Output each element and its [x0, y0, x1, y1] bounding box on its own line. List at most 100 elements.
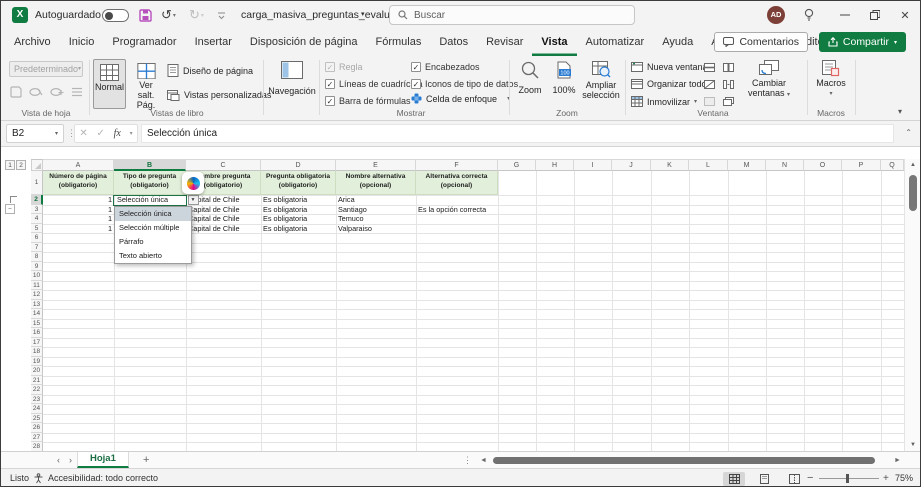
- macros-button[interactable]: Macros ▾: [813, 60, 849, 97]
- zoom-to-selection-button[interactable]: Ampliar selección: [581, 61, 621, 101]
- formula-bar-checkbox[interactable]: ✓Barra de fórmulas: [325, 96, 411, 106]
- dropdown-option-2[interactable]: Selección múltiple: [115, 221, 191, 235]
- switch-windows-button[interactable]: Cambiar ventanas ▾: [743, 60, 795, 99]
- row-header-12[interactable]: 12: [31, 290, 43, 300]
- column-header-L[interactable]: L: [689, 159, 728, 171]
- row-header-14[interactable]: 14: [31, 309, 43, 319]
- cell-dropdown-arrow-button[interactable]: ▼: [188, 195, 199, 205]
- comments-button[interactable]: Comentarios: [714, 32, 808, 52]
- new-sheet-button[interactable]: +: [143, 452, 149, 468]
- row-header-13[interactable]: 13: [31, 300, 43, 310]
- row-header-1[interactable]: 1: [31, 171, 43, 195]
- scroll-up-icon[interactable]: ▲: [905, 162, 921, 168]
- cell-A1[interactable]: Número de página(obligatorio): [43, 171, 114, 195]
- row-header-8[interactable]: 8: [31, 252, 43, 262]
- customize-quick-access-icon[interactable]: [217, 1, 226, 29]
- ribbon-tab-archivo[interactable]: Archivo: [5, 30, 60, 56]
- cell-D1[interactable]: Pregunta obligatoria(obligatorio): [261, 171, 336, 195]
- cell-D5[interactable]: Es obligatoria: [261, 224, 336, 234]
- column-header-P[interactable]: P: [842, 159, 881, 171]
- zoom-button[interactable]: Zoom: [515, 61, 545, 96]
- row-header-7[interactable]: 7: [31, 243, 43, 253]
- cell-E1[interactable]: Nombre alternativa(opcional): [336, 171, 416, 195]
- synchronous-scrolling-icon[interactable]: [723, 80, 734, 89]
- title-chevron-icon[interactable]: ▾: [361, 1, 365, 29]
- row-header-21[interactable]: 21: [31, 376, 43, 386]
- ribbon-tab-vista[interactable]: Vista: [532, 30, 576, 56]
- headings-checkbox[interactable]: ✓Encabezados: [411, 62, 480, 72]
- ribbon-tab-datos[interactable]: Datos: [430, 30, 477, 56]
- normal-view-button[interactable]: Normal: [93, 59, 126, 109]
- undo-button[interactable]: ↺▾: [161, 1, 176, 29]
- cell-C4[interactable]: Capital de Chile: [186, 214, 261, 224]
- minimize-button[interactable]: [830, 1, 860, 29]
- collapse-row-group-button[interactable]: −: [5, 204, 15, 214]
- row-header-24[interactable]: 24: [31, 404, 43, 414]
- zoom-100-button[interactable]: 100 100%: [549, 61, 579, 96]
- cell-B1[interactable]: Tipo de pregunta(obligatorio): [114, 171, 186, 195]
- ribbon-tab-f-rmulas[interactable]: Fórmulas: [367, 30, 431, 56]
- row-header-17[interactable]: 17: [31, 338, 43, 348]
- split-icon[interactable]: [704, 63, 715, 72]
- share-button[interactable]: Compartir ▾: [819, 32, 906, 52]
- cell-E4[interactable]: Temuco: [336, 214, 416, 224]
- name-box[interactable]: B2 ▾: [6, 124, 64, 143]
- ribbon-tab-ayuda[interactable]: Ayuda: [653, 30, 702, 56]
- column-header-M[interactable]: M: [728, 159, 766, 171]
- fx-chevron-icon[interactable]: ▾: [130, 130, 133, 137]
- insert-function-icon[interactable]: fx: [114, 128, 121, 139]
- save-icon[interactable]: [139, 1, 152, 29]
- cell-E3[interactable]: Santiago: [336, 205, 416, 215]
- excel-app-icon[interactable]: X: [12, 7, 28, 23]
- autosave-toggle[interactable]: [102, 9, 129, 22]
- formula-input[interactable]: Selección única: [141, 124, 894, 143]
- hscroll-left-icon[interactable]: ◄: [480, 453, 487, 469]
- cell-F1[interactable]: Alternativa correcta(opcional): [416, 171, 498, 195]
- dropdown-option-4[interactable]: Texto abierto: [115, 249, 191, 263]
- row-header-9[interactable]: 9: [31, 262, 43, 272]
- status-page-break-button[interactable]: [783, 472, 805, 486]
- collapse-ribbon-icon[interactable]: ▾: [898, 107, 902, 116]
- page-break-preview-button[interactable]: Ver salt. Pág.: [129, 59, 163, 111]
- column-header-F[interactable]: F: [416, 159, 498, 171]
- row-header-25[interactable]: 25: [31, 414, 43, 424]
- view-side-by-side-icon[interactable]: [723, 63, 734, 72]
- column-header-O[interactable]: O: [804, 159, 842, 171]
- row-header-11[interactable]: 11: [31, 281, 43, 291]
- dropdown-option-1[interactable]: Selección única: [115, 207, 191, 221]
- arrange-all-button[interactable]: Organizar todo: [631, 79, 707, 89]
- restore-button[interactable]: [860, 1, 890, 29]
- cell-A5[interactable]: 1: [43, 224, 114, 234]
- column-header-N[interactable]: N: [766, 159, 804, 171]
- previous-sheet-icon[interactable]: ‹: [57, 452, 60, 468]
- focus-cell-button[interactable]: Celda de enfoque ▾: [411, 93, 510, 104]
- row-header-27[interactable]: 27: [31, 433, 43, 443]
- close-button[interactable]: ✕: [890, 1, 920, 29]
- horizontal-scrollbar-thumb[interactable]: [493, 457, 875, 464]
- next-sheet-icon[interactable]: ›: [69, 452, 72, 468]
- cell-A3[interactable]: 1: [43, 205, 114, 215]
- copilot-button[interactable]: [182, 172, 204, 194]
- status-normal-view-button[interactable]: [723, 472, 745, 486]
- cell-C5[interactable]: Capital de Chile: [186, 224, 261, 234]
- tab-scroll-dots[interactable]: ⋮: [463, 452, 472, 468]
- cell-D2[interactable]: Es obligatoria: [261, 195, 336, 205]
- row-header-16[interactable]: 16: [31, 328, 43, 338]
- zoom-in-button[interactable]: +: [883, 469, 889, 487]
- ribbon-tab-automatizar[interactable]: Automatizar: [577, 30, 654, 56]
- accessibility-status[interactable]: Accesibilidad: todo correcto: [48, 469, 158, 487]
- sheet-tab-hoja1[interactable]: Hoja1: [77, 452, 129, 468]
- new-window-button[interactable]: Nueva ventana: [631, 62, 708, 72]
- status-page-layout-button[interactable]: [753, 472, 775, 486]
- cell-D4[interactable]: Es obligatoria: [261, 214, 336, 224]
- ribbon-tab-programador[interactable]: Programador: [103, 30, 185, 56]
- row-header-2[interactable]: 2: [31, 195, 43, 205]
- name-box-chevron-icon[interactable]: ▾: [55, 130, 58, 137]
- page-layout-button[interactable]: Diseño de página: [167, 64, 253, 77]
- ribbon-tab-disposici-n-de-p-gina[interactable]: Disposición de página: [241, 30, 367, 56]
- expand-formula-bar-icon[interactable]: ⌃: [905, 128, 912, 137]
- navigation-button[interactable]: Navegación: [269, 61, 315, 97]
- undo-chevron-icon[interactable]: ▾: [173, 12, 176, 19]
- ribbon-tab-revisar[interactable]: Revisar: [477, 30, 532, 56]
- hscroll-right-icon[interactable]: ►: [894, 453, 901, 469]
